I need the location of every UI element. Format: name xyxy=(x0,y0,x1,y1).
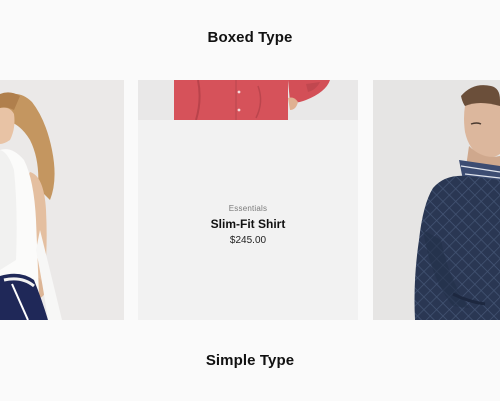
red-shirt-photo xyxy=(138,80,358,120)
section-title-simple-type: Simple Type xyxy=(205,352,295,369)
section-title-boxed-type: Boxed Type xyxy=(207,29,293,46)
product-card-slim-fit-shirt[interactable]: Essentials Slim-Fit Shirt $245.00 xyxy=(138,80,358,320)
product-card-left[interactable] xyxy=(0,80,124,320)
product-showcase-page: Boxed Type Essentials Slim-Fit Shirt $24… xyxy=(0,0,500,401)
product-price: $245.00 xyxy=(229,235,267,246)
product-name[interactable]: Slim-Fit Shirt xyxy=(138,217,358,231)
woman-white-vest-photo xyxy=(0,80,124,320)
product-category[interactable]: Essentials xyxy=(138,204,358,213)
man-quilted-sweater-photo xyxy=(373,80,500,320)
product-card-right[interactable] xyxy=(373,80,500,320)
